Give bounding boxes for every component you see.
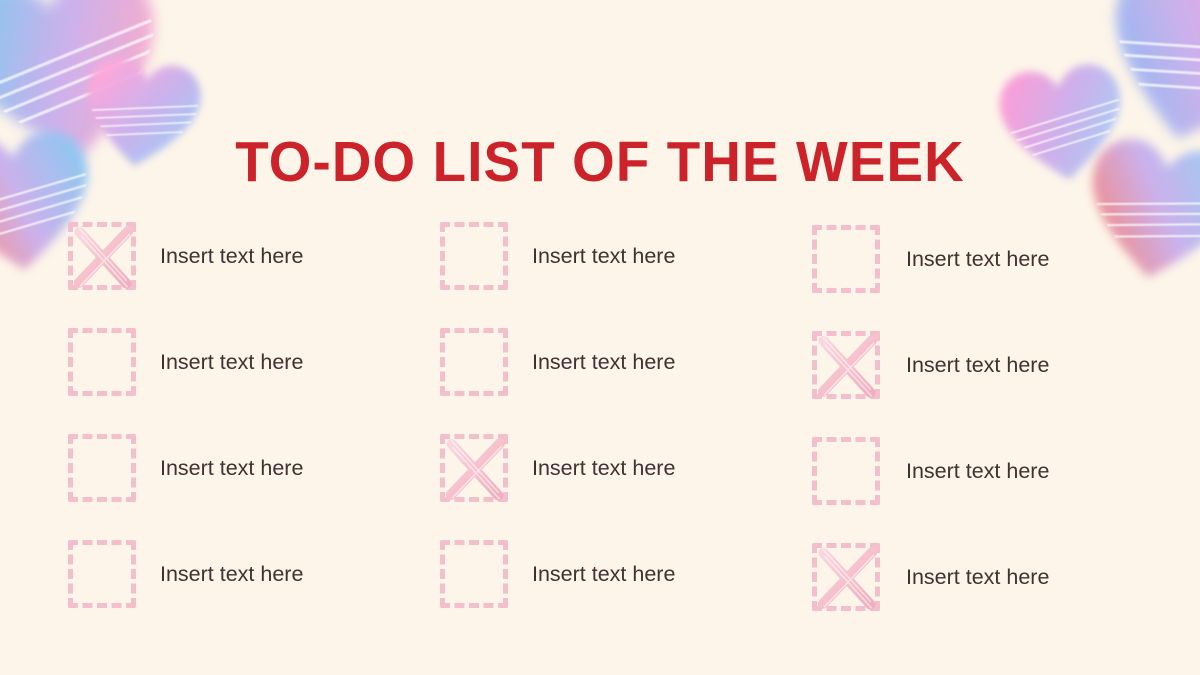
todo-item: Insert text here — [812, 543, 1049, 611]
todo-item: Insert text here — [68, 222, 303, 290]
page-title: TO-DO LIST OF THE WEEK — [235, 130, 965, 195]
todo-checkbox[interactable] — [812, 225, 880, 293]
todo-item: Insert text here — [68, 434, 303, 502]
todo-item: Insert text here — [812, 437, 1049, 505]
todo-checkbox[interactable] — [812, 331, 880, 399]
todo-item: Insert text here — [68, 328, 303, 396]
x-mark-icon — [808, 539, 886, 617]
todo-item-label: Insert text here — [532, 350, 676, 374]
todo-item: Insert text here — [68, 540, 303, 608]
todo-item-label: Insert text here — [532, 456, 676, 480]
todo-item: Insert text here — [812, 331, 1049, 399]
todo-checkbox[interactable] — [440, 434, 508, 502]
todo-checkbox[interactable] — [812, 543, 880, 611]
todo-item-label: Insert text here — [906, 247, 1050, 271]
todo-item-label: Insert text here — [160, 456, 304, 480]
todo-item-label: Insert text here — [906, 353, 1050, 377]
todo-checkbox[interactable] — [68, 540, 136, 608]
todo-checkbox[interactable] — [68, 434, 136, 502]
slide-canvas: TO-DO LIST OF THE WEEK Insert text here I… — [0, 0, 1200, 675]
todo-item-label: Insert text here — [160, 350, 304, 374]
todo-item: Insert text here — [440, 328, 675, 396]
todo-item-label: Insert text here — [906, 565, 1050, 589]
todo-checkbox[interactable] — [68, 222, 136, 290]
x-mark-icon — [808, 327, 886, 405]
page-title-container: TO-DO LIST OF THE WEEK — [0, 92, 1200, 232]
todo-item-label: Insert text here — [160, 244, 304, 268]
todo-checkbox[interactable] — [812, 437, 880, 505]
x-mark-icon — [436, 430, 514, 508]
todo-item: Insert text here — [440, 540, 675, 608]
todo-checkbox[interactable] — [440, 540, 508, 608]
todo-checklist-grid: Insert text here Insert text here Insert t… — [0, 220, 1200, 640]
todo-checkbox[interactable] — [68, 328, 136, 396]
todo-item-label: Insert text here — [906, 459, 1050, 483]
todo-item: Insert text here — [440, 434, 675, 502]
todo-item: Insert text here — [812, 225, 1049, 293]
todo-checkbox[interactable] — [440, 222, 508, 290]
todo-item-label: Insert text here — [532, 244, 676, 268]
x-mark-icon — [64, 218, 142, 296]
todo-item-label: Insert text here — [532, 562, 676, 586]
todo-checkbox[interactable] — [440, 328, 508, 396]
todo-item-label: Insert text here — [160, 562, 304, 586]
todo-item: Insert text here — [440, 222, 675, 290]
